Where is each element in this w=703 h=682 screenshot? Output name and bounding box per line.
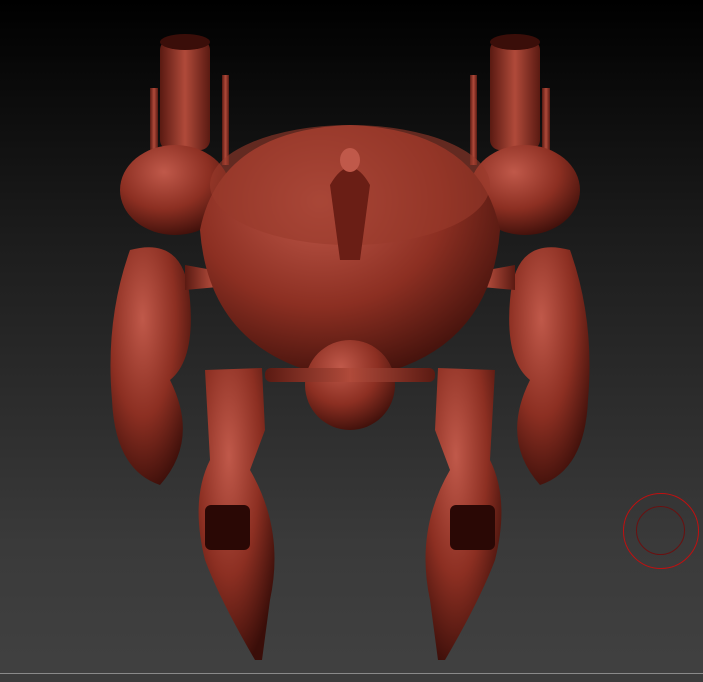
- brush-inner-ring: [636, 506, 685, 555]
- right-leg: [425, 368, 502, 660]
- brush-cursor: [623, 493, 699, 569]
- zbrush-viewport[interactable]: [0, 0, 703, 682]
- bottom-shelf: [0, 674, 703, 682]
- left-leg: [198, 368, 275, 660]
- robot-crab-model[interactable]: [0, 0, 703, 682]
